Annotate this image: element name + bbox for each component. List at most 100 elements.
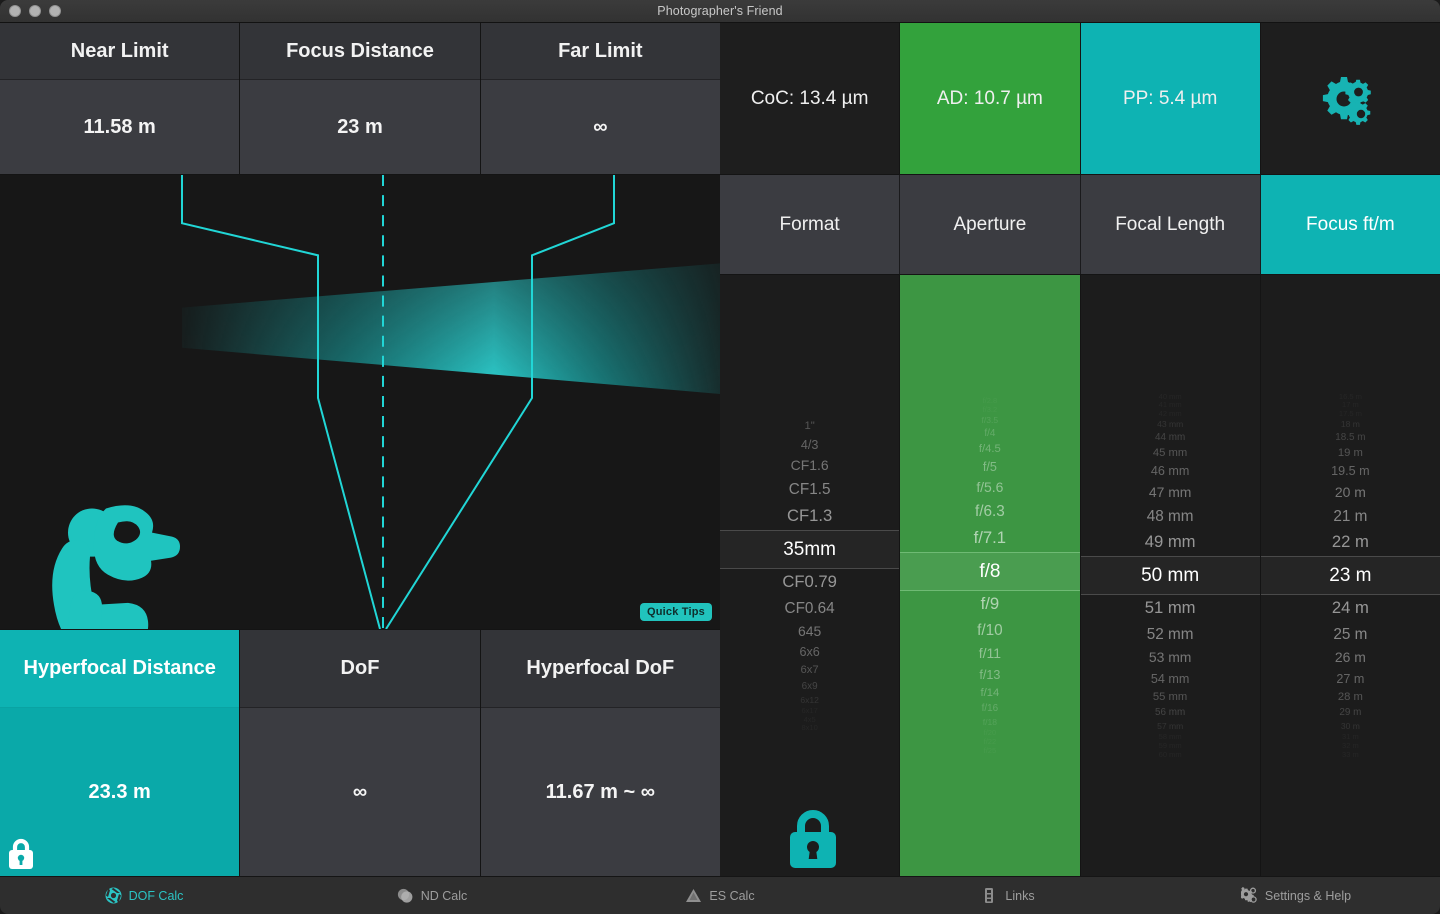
picker-option[interactable]: 57 mm xyxy=(1081,721,1260,733)
picker-option[interactable]: 60 mm xyxy=(1081,750,1260,759)
picker-format[interactable]: 1"4/3CF1.6CF1.5CF1.335mmCF0.79CF0.646456… xyxy=(720,275,900,876)
picker-option[interactable]: CF1.3 xyxy=(720,502,899,529)
gears-icon[interactable] xyxy=(1319,71,1381,127)
picker-selected-option[interactable]: 35mm xyxy=(720,530,899,569)
coc-cell[interactable]: CoC: 13.4 µm xyxy=(720,23,900,174)
picker-option[interactable]: 18.5 m xyxy=(1261,431,1440,445)
wheel-focal-length[interactable]: 40 mm41 mm42 mm43 mm44 mm45 mm46 mm47 mm… xyxy=(1081,392,1260,759)
tab-settings-help[interactable]: Settings & Help xyxy=(1152,877,1440,914)
picker-option[interactable]: f/5 xyxy=(900,458,1079,478)
picker-option[interactable]: 25 m xyxy=(1261,622,1440,647)
result-card-hyperfocal-distance[interactable]: Hyperfocal Distance 23.3 m xyxy=(0,630,240,876)
quick-tips-badge[interactable]: Quick Tips xyxy=(640,603,712,621)
result-card-dof[interactable]: DoF ∞ xyxy=(240,630,480,876)
picker-option[interactable]: 28 m xyxy=(1261,689,1440,706)
picker-option[interactable]: f/9 xyxy=(900,591,1079,618)
wheel-format[interactable]: 1"4/3CF1.6CF1.5CF1.335mmCF0.79CF0.646456… xyxy=(720,419,899,733)
picker-option[interactable]: f/3.5 xyxy=(900,414,1079,426)
picker-option[interactable]: 49 mm xyxy=(1081,529,1260,556)
picker-option[interactable]: 20 m xyxy=(1261,482,1440,504)
zoom-button[interactable] xyxy=(49,5,61,17)
picker-option[interactable]: f/7.1 xyxy=(900,524,1079,551)
picker-option[interactable]: 47 mm xyxy=(1081,482,1260,504)
result-card-hyperfocal-dof[interactable]: Hyperfocal DoF 11.67 m ~ ∞ xyxy=(481,630,720,876)
ad-cell[interactable]: AD: 10.7 µm xyxy=(900,23,1080,174)
picker-header-aperture[interactable]: Aperture xyxy=(900,175,1080,274)
picker-option[interactable]: f/25 xyxy=(900,746,1079,755)
picker-option[interactable]: 45 mm xyxy=(1081,445,1260,462)
picker-header-focal-length[interactable]: Focal Length xyxy=(1081,175,1261,274)
picker-option[interactable]: f/3.2 xyxy=(900,405,1079,415)
picker-option[interactable]: 55 mm xyxy=(1081,689,1260,706)
picker-option[interactable]: 43 mm xyxy=(1081,419,1260,431)
picker-option[interactable]: CF0.79 xyxy=(720,569,899,596)
picker-option[interactable]: 53 mm xyxy=(1081,647,1260,669)
picker-focal-length[interactable]: 40 mm41 mm42 mm43 mm44 mm45 mm46 mm47 mm… xyxy=(1081,275,1261,876)
minimize-button[interactable] xyxy=(29,5,41,17)
picker-option[interactable]: 29 m xyxy=(1261,706,1440,720)
picker-option[interactable]: f/10 xyxy=(900,618,1079,643)
picker-option[interactable]: 8x10 xyxy=(720,724,899,733)
wheel-aperture[interactable]: f/2.8f/3.2f/3.5f/4f/4.5f/5f/5.6f/6.3f/7.… xyxy=(900,396,1079,754)
picker-option[interactable]: 48 mm xyxy=(1081,504,1260,529)
picker-option[interactable]: 22 m xyxy=(1261,529,1440,556)
picker-option[interactable]: 6x7 xyxy=(720,663,899,680)
close-button[interactable] xyxy=(9,5,21,17)
lock-icon[interactable] xyxy=(784,806,842,870)
picker-option[interactable]: 17 m xyxy=(1261,401,1440,410)
picker-option[interactable]: 645 xyxy=(720,621,899,643)
picker-option[interactable]: 44 mm xyxy=(1081,431,1260,445)
picker-option[interactable]: f/14 xyxy=(900,685,1079,702)
picker-option[interactable]: 46 mm xyxy=(1081,462,1260,482)
wheel-focus[interactable]: 16.5 m17 m17.5 m18 m18.5 m19 m19.5 m20 m… xyxy=(1261,392,1440,759)
picker-option[interactable]: f/6.3 xyxy=(900,500,1079,525)
picker-aperture[interactable]: f/2.8f/3.2f/3.5f/4f/4.5f/5f/5.6f/6.3f/7.… xyxy=(900,275,1080,876)
picker-option[interactable]: 51 mm xyxy=(1081,595,1260,622)
picker-option[interactable]: CF0.64 xyxy=(720,596,899,621)
picker-option[interactable]: f/4 xyxy=(900,426,1079,440)
picker-option[interactable]: 1" xyxy=(720,419,899,436)
picker-selected-option[interactable]: f/8 xyxy=(900,552,1079,591)
picker-option[interactable]: f/18 xyxy=(900,716,1079,728)
picker-option[interactable]: f/5.6 xyxy=(900,477,1079,499)
picker-selected-option[interactable]: 23 m xyxy=(1261,556,1440,595)
picker-option[interactable]: 6x9 xyxy=(720,680,899,694)
picker-option[interactable]: 52 mm xyxy=(1081,622,1260,647)
picker-option[interactable]: f/4.5 xyxy=(900,441,1079,458)
picker-selected-option[interactable]: 50 mm xyxy=(1081,556,1260,595)
picker-option[interactable]: 30 m xyxy=(1261,721,1440,733)
picker-option[interactable]: f/16 xyxy=(900,702,1079,716)
picker-option[interactable]: 4/3 xyxy=(720,436,899,456)
lock-icon[interactable] xyxy=(6,836,36,870)
picker-option[interactable]: 19.5 m xyxy=(1261,462,1440,482)
result-card-near-limit[interactable]: Near Limit 11.58 m xyxy=(0,23,240,174)
picker-option[interactable]: 26 m xyxy=(1261,647,1440,669)
picker-focus[interactable]: 16.5 m17 m17.5 m18 m18.5 m19 m19.5 m20 m… xyxy=(1261,275,1440,876)
picker-option[interactable]: f/11 xyxy=(900,643,1079,665)
picker-option[interactable]: 18 m xyxy=(1261,419,1440,431)
settings-gear-cell[interactable] xyxy=(1261,23,1440,174)
picker-option[interactable]: 19 m xyxy=(1261,445,1440,462)
picker-option[interactable]: 54 mm xyxy=(1081,669,1260,689)
picker-option[interactable]: 41 mm xyxy=(1081,401,1260,410)
picker-header-format[interactable]: Format xyxy=(720,175,900,274)
picker-option[interactable]: 21 m xyxy=(1261,504,1440,529)
picker-option[interactable]: f/13 xyxy=(900,665,1079,685)
picker-option[interactable]: f/22 xyxy=(900,738,1079,747)
pp-cell[interactable]: PP: 5.4 µm xyxy=(1081,23,1261,174)
picker-option[interactable]: f/2.8 xyxy=(900,396,1079,405)
picker-option[interactable]: 17.5 m xyxy=(1261,409,1440,419)
tab-nd-calc[interactable]: ND Calc xyxy=(288,877,576,914)
picker-option[interactable]: 6x12 xyxy=(720,694,899,706)
picker-option[interactable]: 42 mm xyxy=(1081,409,1260,419)
result-card-far-limit[interactable]: Far Limit ∞ xyxy=(481,23,720,174)
picker-option[interactable]: 24 m xyxy=(1261,595,1440,622)
picker-option[interactable]: 6x6 xyxy=(720,643,899,663)
picker-option[interactable]: 33 m xyxy=(1261,750,1440,759)
picker-option[interactable]: 27 m xyxy=(1261,669,1440,689)
picker-header-focus[interactable]: Focus ft/m xyxy=(1261,175,1440,274)
tab-dof-calc[interactable]: DOF Calc xyxy=(0,877,288,914)
picker-option[interactable]: CF1.6 xyxy=(720,455,899,477)
tab-es-calc[interactable]: ES Calc xyxy=(576,877,864,914)
result-card-focus-distance[interactable]: Focus Distance 23 m xyxy=(240,23,480,174)
